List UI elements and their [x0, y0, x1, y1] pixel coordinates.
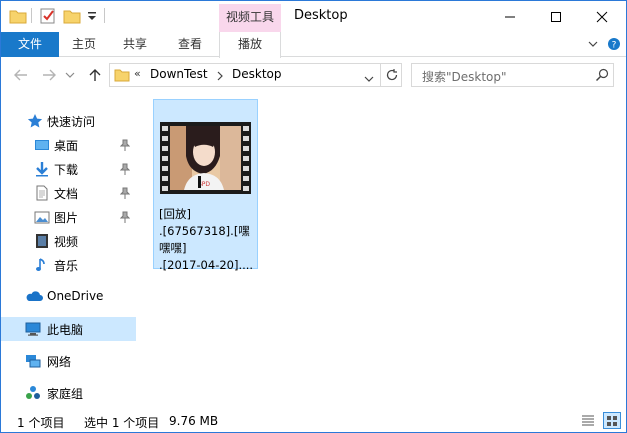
explorer-window: 视频工具 Desktop 文件 主页 共享 查看 播放 ? « DownTest…: [0, 0, 627, 433]
nav-item-label: 家庭组: [47, 387, 84, 401]
details-view-icon[interactable]: [579, 412, 597, 429]
file-name: [回放] .[67567318].[嘿 嘿嘿] .[2017-04-20]...…: [159, 206, 259, 274]
title-bar: 视频工具 Desktop: [1, 1, 626, 32]
homegroup-icon: [25, 385, 41, 401]
pin-icon[interactable]: [119, 163, 131, 175]
nav-item-quick-access[interactable]: 快速访问: [1, 109, 136, 133]
large-icons-view-icon[interactable]: [603, 412, 621, 429]
onedrive-icon: [25, 289, 43, 305]
pin-icon[interactable]: [119, 139, 131, 151]
tab-play[interactable]: 播放: [219, 32, 281, 58]
navigation-pane: 快速访问 桌面 下载 文档 图片 视频 音乐 OneDrive 此电脑 网络 家…: [1, 92, 136, 410]
folder-icon: [114, 67, 130, 83]
back-arrow-icon[interactable]: [13, 67, 29, 83]
properties-icon[interactable]: [39, 7, 57, 25]
nav-item-documents[interactable]: 文档: [1, 181, 136, 205]
nav-item-label: OneDrive: [47, 289, 104, 303]
network-icon: [25, 353, 41, 369]
pictures-icon: [34, 209, 50, 225]
chevron-down-icon[interactable]: [364, 72, 374, 82]
search-placeholder: 搜索"Desktop": [422, 70, 507, 84]
nav-item-label: 视频: [54, 235, 79, 249]
file-name-line: .[67567318].[嘿: [159, 224, 250, 238]
expand-ribbon-icon[interactable]: [587, 38, 599, 50]
breadcrumb-overflow[interactable]: «: [134, 67, 141, 80]
search-icon[interactable]: [595, 68, 609, 82]
tab-file[interactable]: 文件: [1, 32, 59, 57]
folder-icon[interactable]: [9, 7, 27, 25]
nav-item-label: 网络: [47, 355, 72, 369]
nav-item-label: 下载: [54, 163, 79, 177]
recent-locations-chevron-icon[interactable]: [65, 67, 75, 83]
address-bar[interactable]: « DownTest Desktop: [109, 63, 402, 87]
nav-item-network[interactable]: 网络: [1, 349, 136, 373]
file-item[interactable]: SPD [回放] .[67567318].[嘿 嘿嘿] .[2017-04-20…: [153, 99, 258, 272]
new-folder-icon[interactable]: [63, 7, 81, 25]
window-title: Desktop: [294, 8, 348, 23]
nav-item-label: 快速访问: [47, 115, 96, 129]
video-icon: [34, 233, 50, 249]
tab-view[interactable]: 查看: [161, 32, 219, 57]
computer-icon: [25, 321, 41, 337]
tab-home[interactable]: 主页: [59, 32, 109, 57]
video-thumbnail-icon: SPD: [160, 122, 251, 194]
tab-share[interactable]: 共享: [109, 32, 161, 57]
selection-size: 9.76 MB: [169, 414, 219, 428]
refresh-button[interactable]: [380, 64, 402, 86]
nav-item-label: 图片: [54, 211, 79, 225]
file-name-line: [回放]: [159, 207, 191, 221]
item-count: 1 个项目: [17, 416, 65, 430]
file-name-line: 嘿嘿]: [159, 241, 187, 255]
svg-text:?: ?: [612, 41, 617, 51]
breadcrumb-desktop[interactable]: Desktop: [232, 67, 282, 81]
selection-count: 选中 1 个项目: [84, 416, 160, 430]
nav-item-music[interactable]: 音乐: [1, 253, 136, 277]
nav-item-label: 文档: [54, 187, 79, 201]
star-icon: [27, 113, 43, 129]
status-bar: 1 个项目 选中 1 个项目 9.76 MB: [1, 410, 626, 432]
music-icon: [34, 257, 50, 273]
file-name-line: .[2017-04-20]....: [159, 258, 254, 272]
context-tab-header: 视频工具: [219, 4, 281, 32]
minimize-icon: [505, 16, 515, 17]
nav-item-this-pc[interactable]: 此电脑: [1, 317, 136, 341]
up-arrow-icon[interactable]: [87, 67, 103, 83]
title-separator: [104, 8, 105, 23]
nav-item-onedrive[interactable]: OneDrive: [1, 285, 136, 309]
nav-item-label: 此电脑: [47, 323, 84, 337]
close-button[interactable]: [579, 1, 625, 32]
pin-icon[interactable]: [119, 187, 131, 199]
forward-arrow-icon[interactable]: [41, 67, 57, 83]
minimize-button[interactable]: [487, 1, 533, 32]
nav-item-downloads[interactable]: 下载: [1, 157, 136, 181]
maximize-button[interactable]: [533, 1, 579, 32]
nav-item-label: 音乐: [54, 259, 79, 273]
desktop-icon: [34, 137, 50, 153]
maximize-icon: [551, 11, 561, 22]
help-icon[interactable]: ?: [607, 37, 621, 51]
breadcrumb-downtest[interactable]: DownTest: [150, 67, 208, 81]
nav-item-homegroup[interactable]: 家庭组: [1, 381, 136, 405]
search-input[interactable]: 搜索"Desktop": [411, 63, 614, 87]
refresh-icon: [386, 69, 397, 81]
document-icon: [34, 185, 50, 201]
nav-item-desktop[interactable]: 桌面: [1, 133, 136, 157]
ribbon-tab-bar: 文件 主页 共享 查看 播放 ?: [1, 32, 626, 58]
nav-item-label: 桌面: [54, 139, 79, 153]
customize-toolbar-dropdown-icon[interactable]: [87, 10, 97, 22]
chevron-right-icon[interactable]: [216, 70, 224, 81]
address-bar-row: « DownTest Desktop 搜索"Desktop": [1, 58, 626, 92]
download-icon: [34, 161, 50, 177]
nav-item-pictures[interactable]: 图片: [1, 205, 136, 229]
quick-access-separator: [31, 8, 32, 23]
nav-item-videos[interactable]: 视频: [1, 229, 136, 253]
pin-icon[interactable]: [119, 211, 131, 223]
file-list-pane: SPD [回放] .[67567318].[嘿 嘿嘿] .[2017-04-20…: [141, 92, 626, 410]
close-icon: [596, 11, 608, 22]
